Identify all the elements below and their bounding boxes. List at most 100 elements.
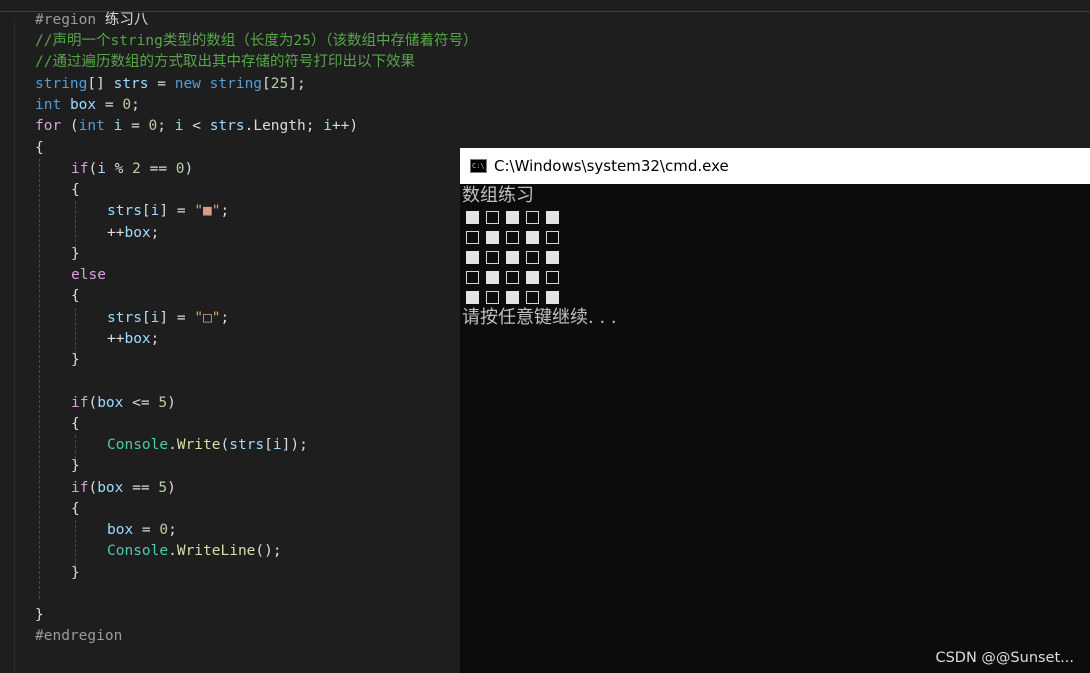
variable-name: box (69, 97, 97, 113)
code-line[interactable]: if(i % 2 == 0) (71, 159, 193, 180)
hollow-square-symbol (482, 247, 502, 267)
hollow-square-symbol (522, 207, 542, 227)
code-line[interactable]: ++box; (107, 329, 159, 350)
code-token: (); (255, 543, 282, 559)
variable-name: box (97, 480, 124, 496)
console-prompt: 请按任意键继续. . . (462, 307, 617, 328)
brace-line[interactable]: } (71, 244, 80, 265)
number-literal: 5 (158, 480, 168, 496)
variable-name: i (97, 161, 106, 177)
cmd-window-icon: C:\_ (470, 159, 489, 173)
string-literal: "■" (194, 203, 221, 219)
code-line[interactable]: strs[i] = "■"; (107, 201, 229, 222)
code-token: ( (220, 437, 230, 453)
hollow-square-symbol (522, 287, 542, 307)
filled-square-symbol (522, 267, 542, 287)
code-token: ; (168, 522, 177, 538)
console-titlebar[interactable]: C:\_ C:\Windows\system32\cmd.exe (460, 148, 1090, 184)
comment-line[interactable]: //通过遍历数组的方式取出其中存储的符号打印出以下效果 (35, 52, 415, 73)
code-token: [ (141, 203, 151, 219)
code-line[interactable]: #region 练习八 (35, 10, 148, 31)
outline-gutter (14, 22, 15, 673)
code-line[interactable]: int box = 0; (35, 95, 140, 116)
code-line[interactable]: Console.WriteLine(); (107, 541, 282, 562)
brace-line[interactable]: { (71, 286, 80, 307)
hollow-square-symbol (542, 267, 562, 287)
code-token: ]); (281, 437, 308, 453)
filled-square-symbol (482, 227, 502, 247)
editor-top-divider (0, 11, 1090, 12)
console-heading: 数组练习 (462, 185, 534, 206)
code-token: ( (88, 161, 98, 177)
number-literal: 5 (158, 395, 168, 411)
string-literal: "□" (194, 310, 221, 326)
code-line[interactable]: string[] strs = new string[25]; (35, 74, 306, 95)
filled-square-symbol (462, 287, 482, 307)
method-name: Write (176, 437, 221, 453)
comment-line[interactable]: //声明一个string类型的数组（长度为25）（该数组中存储着符号） (35, 31, 478, 52)
variable-name: strs (113, 76, 149, 92)
code-line[interactable]: box = 0; (107, 520, 177, 541)
code-token: ; (157, 118, 175, 134)
code-line[interactable]: strs[i] = "□"; (107, 308, 229, 329)
if-keyword: if (71, 480, 89, 496)
brace-line[interactable]: } (71, 456, 80, 477)
brace-line[interactable]: } (71, 350, 80, 371)
filled-square-symbol (462, 207, 482, 227)
code-line[interactable]: for (int i = 0; i < strs.Length; i++) (35, 116, 358, 137)
filled-square-symbol (522, 227, 542, 247)
filled-square-symbol (502, 207, 522, 227)
symbol-row (462, 227, 617, 247)
cmd-console-window[interactable]: C:\_ C:\Windows\system32\cmd.exe 数组练习 请按… (460, 148, 1090, 673)
code-token: ++) (331, 118, 359, 134)
brace-line[interactable]: } (71, 563, 80, 584)
csdn-watermark: CSDN @@Sunset... (935, 650, 1074, 666)
indent-guide (75, 520, 76, 566)
code-token: ++ (107, 225, 125, 241)
number-literal: 0 (148, 118, 158, 134)
code-token: ; (220, 203, 230, 219)
console-title: C:\Windows\system32\cmd.exe (494, 157, 729, 175)
filled-square-symbol (502, 287, 522, 307)
code-token: ) (167, 480, 176, 496)
code-token: ]; (288, 76, 306, 92)
type-keyword: string (35, 76, 88, 92)
filled-square-symbol (542, 287, 562, 307)
filled-square-symbol (502, 247, 522, 267)
brace-line[interactable]: { (35, 138, 44, 159)
class-name: Console (107, 437, 169, 453)
variable-name: box (124, 331, 151, 347)
symbol-row (462, 247, 617, 267)
preprocessor-directive: #region (35, 12, 97, 28)
symbol-row (462, 287, 617, 307)
variable-name: strs (229, 437, 265, 453)
code-line[interactable]: if(box == 5) (71, 478, 176, 499)
else-keyword-line[interactable]: else (71, 265, 106, 286)
code-token: ) (184, 161, 194, 177)
symbol-row (462, 267, 617, 287)
region-title: 练习八 (104, 12, 149, 28)
variable-name: strs (107, 310, 142, 326)
code-line[interactable]: if(box <= 5) (71, 393, 176, 414)
code-line[interactable]: ++box; (107, 223, 159, 244)
variable-name: i (272, 437, 282, 453)
code-token: ; (131, 97, 140, 113)
if-keyword: if (71, 161, 89, 177)
new-keyword: new (174, 76, 201, 92)
number-literal: 2 (132, 161, 141, 177)
endregion-directive[interactable]: #endregion (35, 626, 122, 647)
hollow-square-symbol (502, 227, 522, 247)
code-token: [ (262, 76, 271, 92)
class-name: Console (107, 543, 169, 559)
code-token: < (183, 118, 210, 134)
indent-guide (39, 159, 40, 599)
hollow-square-symbol (462, 227, 482, 247)
brace-line[interactable]: } (35, 605, 44, 626)
brace-line[interactable]: { (71, 414, 80, 435)
code-line[interactable]: Console.Write(strs[i]); (107, 435, 308, 456)
type-keyword: int (78, 118, 105, 134)
brace-line[interactable]: { (71, 180, 80, 201)
brace-line[interactable]: { (71, 499, 80, 520)
code-token: = (96, 97, 123, 113)
